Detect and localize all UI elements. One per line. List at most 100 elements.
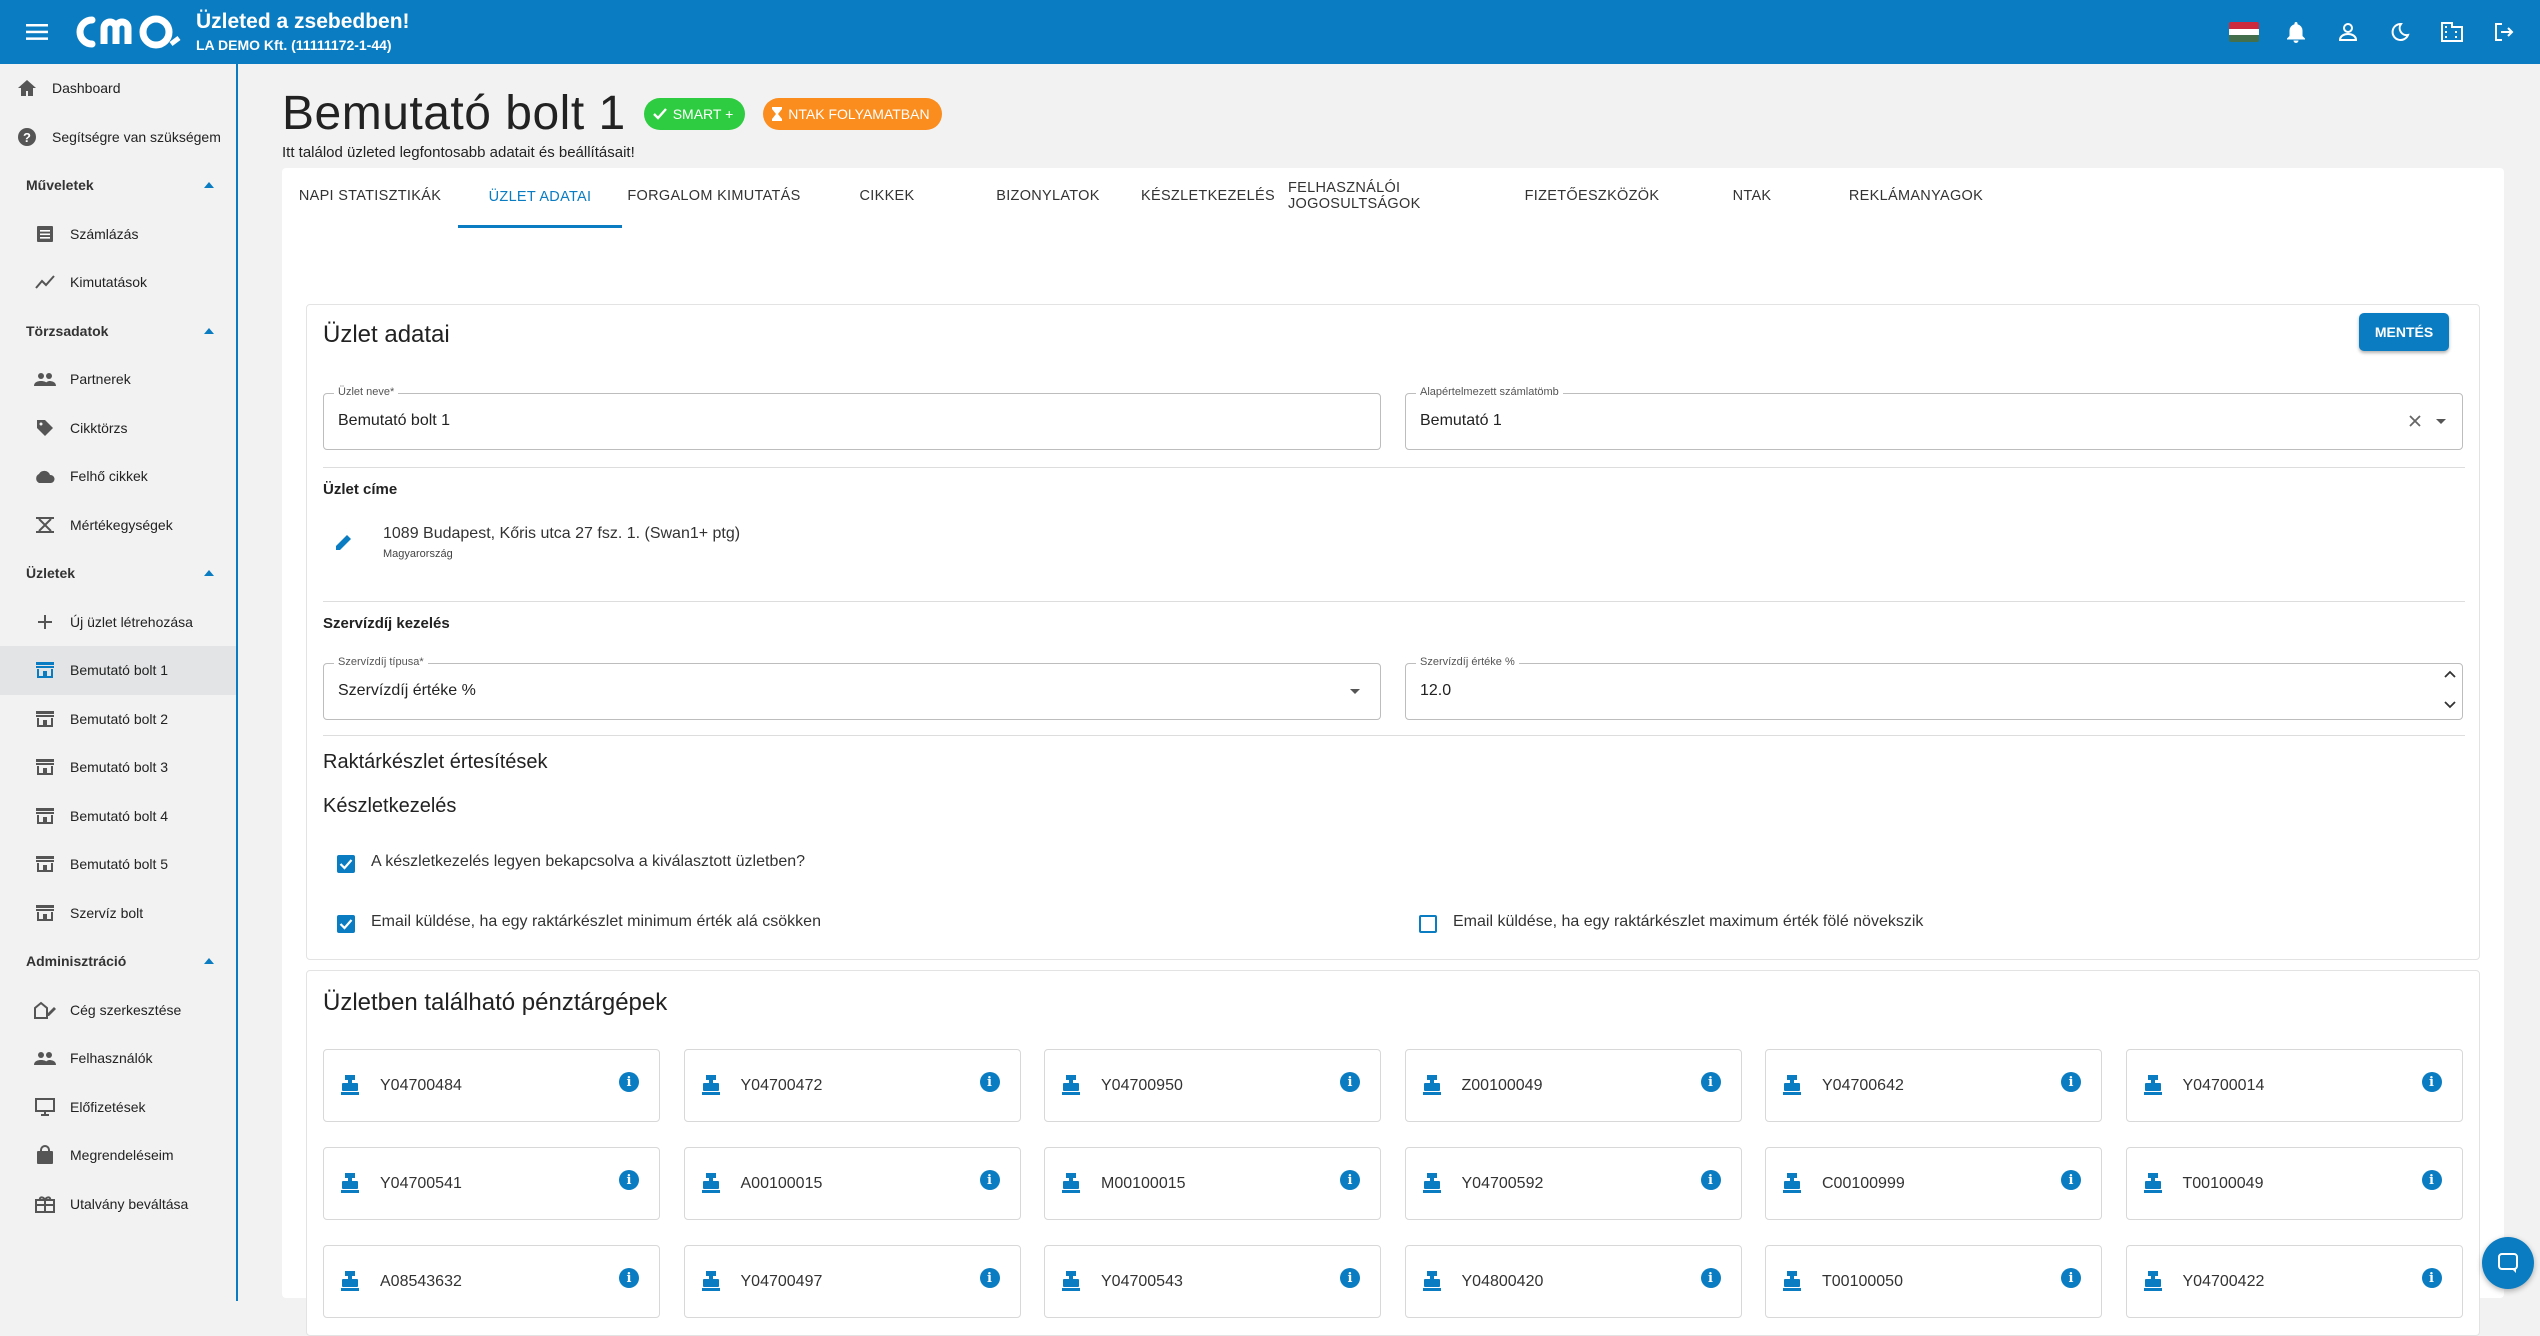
sidebar-item-cloud-items[interactable]: Felhő cikkek xyxy=(0,452,236,501)
sidebar-item-store-2[interactable]: Bemutató bolt 2 xyxy=(0,695,236,744)
hu-flag-icon[interactable] xyxy=(2224,12,2264,52)
sidebar-item-dashboard[interactable]: Dashboard xyxy=(0,64,236,113)
info-icon[interactable]: i xyxy=(979,1170,1000,1190)
cloud-icon xyxy=(34,465,56,487)
info-icon[interactable]: i xyxy=(2421,1170,2442,1190)
sidebar-item-store-5[interactable]: Bemutató bolt 5 xyxy=(0,840,236,889)
till-code: Y04700541 xyxy=(380,1175,462,1192)
till-card[interactable]: Y04700472 i xyxy=(683,1049,1021,1122)
dropdown-arrow-icon[interactable] xyxy=(2436,419,2446,424)
store-name-field[interactable]: Üzlet neve* Bemutató bolt 1 xyxy=(323,386,1381,450)
tab-documents[interactable]: BIZONYLATOK xyxy=(968,168,1128,224)
info-icon[interactable]: i xyxy=(2421,1072,2442,1092)
till-card[interactable]: Y04700541 i xyxy=(323,1147,660,1220)
till-card[interactable]: Y04800420 i xyxy=(1404,1245,1742,1318)
service-fee-type-select[interactable]: Szervízdíj típusa* Szervízdíj értéke % xyxy=(323,656,1381,720)
till-card[interactable]: Z00100049 i xyxy=(1404,1049,1742,1122)
info-icon[interactable]: i xyxy=(979,1268,1000,1288)
sidebar-item-service-store[interactable]: Szervíz bolt xyxy=(0,889,236,938)
edit-pencil-icon[interactable] xyxy=(335,533,353,551)
stock-enabled-checkbox[interactable] xyxy=(337,855,355,873)
till-card[interactable]: Y04700642 i xyxy=(1765,1049,2102,1122)
till-card[interactable]: Y04700950 i xyxy=(1044,1049,1381,1122)
invoice-block-select[interactable]: Alapértelmezett számlatömb Bemutató 1 xyxy=(1405,386,2463,450)
sidebar-item-reports[interactable]: Kimutatások xyxy=(0,258,236,307)
till-card[interactable]: T00100050 i xyxy=(1765,1245,2102,1318)
till-card[interactable]: Y04700543 i xyxy=(1044,1245,1381,1318)
logout-icon[interactable] xyxy=(2484,12,2524,52)
sidebar-section-admin[interactable]: Adminisztráció xyxy=(0,937,236,986)
info-icon[interactable]: i xyxy=(1700,1170,1721,1190)
info-icon[interactable]: i xyxy=(1340,1170,1360,1190)
save-button[interactable]: MENTÉS xyxy=(2359,313,2449,351)
service-fee-value-field[interactable]: Szervízdíj értéke % 12.0 xyxy=(1405,656,2463,720)
info-icon[interactable]: i xyxy=(2061,1072,2081,1092)
info-icon[interactable]: i xyxy=(619,1072,639,1092)
sidebar-item-company-edit[interactable]: Cég szerkesztése xyxy=(0,986,236,1035)
info-icon[interactable]: i xyxy=(1340,1072,1360,1092)
sidebar-item-partners[interactable]: Partnerek xyxy=(0,355,236,404)
tab-permissions[interactable]: FELHASZNÁLÓI JOGOSULTSÁGOK xyxy=(1288,168,1514,224)
till-card[interactable]: Y04700484 i xyxy=(323,1049,660,1122)
till-card[interactable]: C00100999 i xyxy=(1765,1147,2102,1220)
till-card[interactable]: Y04700497 i xyxy=(683,1245,1021,1318)
sidebar-section-operations[interactable]: Műveletek xyxy=(0,161,236,210)
info-icon[interactable]: i xyxy=(2061,1170,2081,1190)
sidebar-item-units[interactable]: Mértékegységek xyxy=(0,501,236,550)
divider xyxy=(323,735,2465,736)
tab-stock[interactable]: KÉSZLETKEZELÉS xyxy=(1128,168,1288,224)
min-stock-email-checkbox[interactable] xyxy=(337,915,355,933)
info-icon[interactable]: i xyxy=(979,1072,1000,1092)
info-icon[interactable]: i xyxy=(619,1268,639,1288)
info-icon[interactable]: i xyxy=(1700,1072,1721,1092)
till-card[interactable]: Y04700014 i xyxy=(2125,1049,2463,1122)
till-card[interactable]: A08543632 i xyxy=(323,1245,660,1318)
tab-items[interactable]: CIKKEK xyxy=(806,168,968,224)
account-icon[interactable] xyxy=(2328,12,2368,52)
chevron-up-icon xyxy=(204,958,214,965)
menu-icon[interactable] xyxy=(20,15,54,49)
sidebar-item-store-4[interactable]: Bemutató bolt 4 xyxy=(0,792,236,841)
bell-icon[interactable] xyxy=(2276,12,2316,52)
sidebar-item-orders[interactable]: Megrendeléseim xyxy=(0,1131,236,1180)
info-icon[interactable]: i xyxy=(2421,1268,2442,1288)
chevron-up-icon[interactable] xyxy=(2444,670,2456,678)
chevron-down-icon[interactable] xyxy=(2444,701,2456,709)
tab-ntak[interactable]: NTAK xyxy=(1670,168,1834,224)
dark-mode-icon[interactable] xyxy=(2380,12,2420,52)
tab-payment-methods[interactable]: FIZETŐESZKÖZÖK xyxy=(1514,168,1670,224)
till-card[interactable]: M00100015 i xyxy=(1044,1147,1381,1220)
till-card[interactable]: T00100049 i xyxy=(2125,1147,2463,1220)
till-card[interactable]: Y04700592 i xyxy=(1404,1147,1742,1220)
sidebar-section-stores[interactable]: Üzletek xyxy=(0,549,236,598)
sidebar-item-subscriptions[interactable]: Előfizetések xyxy=(0,1083,236,1132)
info-icon[interactable]: i xyxy=(1700,1268,1721,1288)
dropdown-arrow-icon[interactable] xyxy=(1350,689,1360,694)
tab-turnover[interactable]: FORGALOM KIMUTATÁS xyxy=(622,168,806,224)
sidebar-section-master-data[interactable]: Törzsadatok xyxy=(0,307,236,356)
cmo-logo[interactable] xyxy=(72,12,184,52)
info-icon[interactable]: i xyxy=(1340,1268,1360,1288)
tab-daily-stats[interactable]: NAPI STATISZTIKÁK xyxy=(282,168,458,224)
sidebar-item-store-1[interactable]: Bemutató bolt 1 xyxy=(0,646,236,695)
sidebar-item-invoicing[interactable]: Számlázás xyxy=(0,210,236,259)
till-code: C00100999 xyxy=(1822,1175,1905,1192)
chat-button[interactable] xyxy=(2482,1237,2534,1289)
info-icon[interactable]: i xyxy=(619,1170,639,1190)
cash-register-icon xyxy=(340,1270,360,1292)
clear-icon[interactable] xyxy=(2408,414,2422,428)
max-stock-email-checkbox[interactable] xyxy=(1419,915,1437,933)
sidebar-item-voucher[interactable]: Utalvány beváltása xyxy=(0,1180,236,1229)
till-card[interactable]: Y04700422 i xyxy=(2125,1245,2463,1318)
sidebar-item-help[interactable]: ? Segítségre van szükségem xyxy=(0,113,236,162)
sidebar-item-users[interactable]: Felhasználók xyxy=(0,1034,236,1083)
till-card[interactable]: A00100015 i xyxy=(683,1147,1021,1220)
till-code: Z00100049 xyxy=(1461,1077,1543,1094)
sidebar-item-items[interactable]: Cikktörzs xyxy=(0,404,236,453)
business-icon[interactable] xyxy=(2432,12,2472,52)
sidebar-item-store-3[interactable]: Bemutató bolt 3 xyxy=(0,743,236,792)
tab-store-data[interactable]: ÜZLET ADATAI xyxy=(458,168,622,228)
sidebar-item-new-store[interactable]: Új üzlet létrehozása xyxy=(0,598,236,647)
info-icon[interactable]: i xyxy=(2061,1268,2081,1288)
tab-ads[interactable]: REKLÁMANYAGOK xyxy=(1834,168,1998,224)
